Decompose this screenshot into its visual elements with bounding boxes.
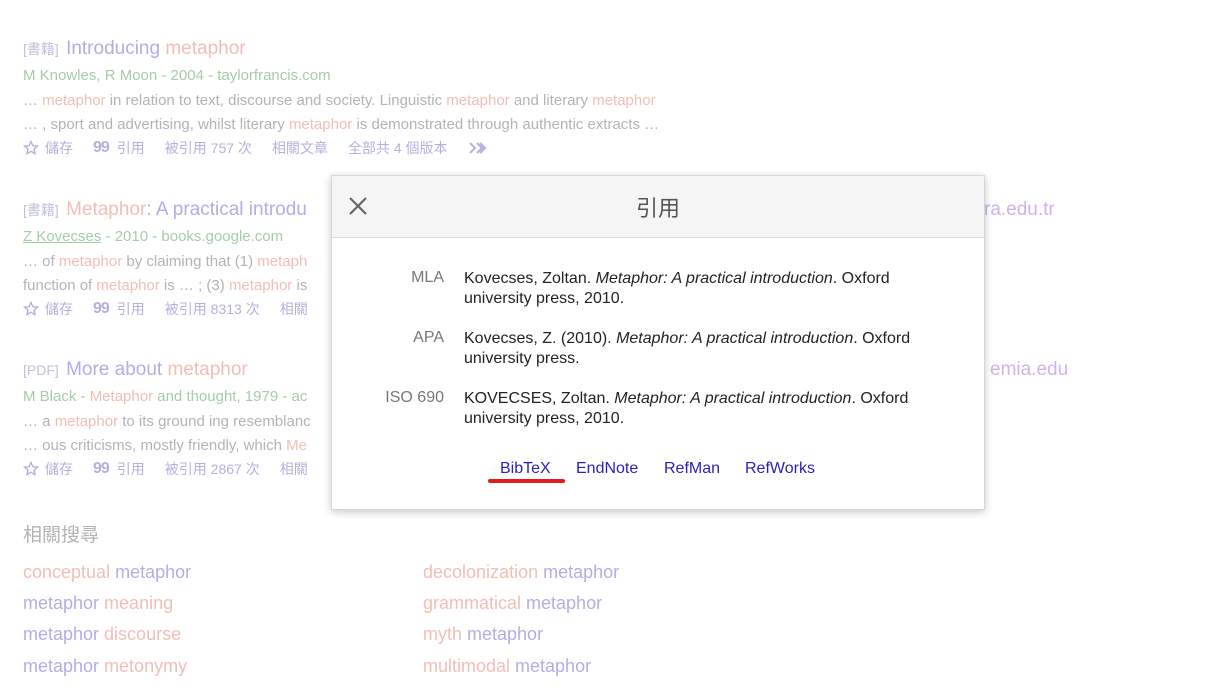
citation-format-label: ISO 690	[385, 389, 444, 406]
cite-dialog: 引用 MLA Kovecses, Zoltan. Metaphor: A pra…	[331, 175, 985, 510]
citation-format-label: MLA	[411, 269, 444, 286]
export-refman-link[interactable]: RefMan	[664, 460, 720, 478]
export-refworks-link[interactable]: RefWorks	[745, 460, 815, 478]
citation-text[interactable]: KOVECSES, Zoltan. Metaphor: A practical …	[464, 389, 934, 429]
dialog-title: 引用	[635, 196, 680, 221]
citation-format-label: APA	[413, 329, 444, 346]
red-underline-annotation	[488, 479, 565, 483]
citation-text[interactable]: Kovecses, Zoltan. Metaphor: A practical …	[464, 269, 934, 309]
export-bibtex-link[interactable]: BibTeX	[500, 460, 551, 478]
cite-dialog-header: 引用	[332, 176, 984, 238]
export-endnote-link[interactable]: EndNote	[576, 460, 638, 478]
citation-text[interactable]: Kovecses, Z. (2010). Metaphor: A practic…	[464, 329, 934, 369]
